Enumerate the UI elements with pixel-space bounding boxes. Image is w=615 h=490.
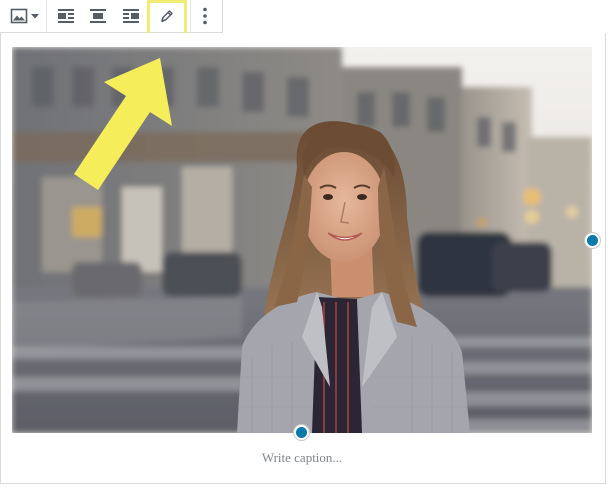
caption-input[interactable]: Write caption...	[12, 450, 592, 466]
image-content[interactable]	[12, 47, 592, 433]
align-right-button[interactable]	[117, 2, 145, 30]
chevron-down-icon	[30, 13, 39, 19]
block-toolbar	[0, 0, 223, 33]
image-block-type-button[interactable]	[4, 2, 44, 30]
align-left-button[interactable]	[52, 2, 80, 30]
edit-button-highlight	[147, 0, 187, 36]
resize-handle-right[interactable]	[585, 233, 600, 248]
align-left-icon	[57, 8, 75, 24]
align-right-icon	[122, 8, 140, 24]
align-center-icon	[89, 8, 107, 24]
toolbar-divider	[46, 0, 47, 33]
image-icon	[10, 7, 28, 25]
street-photo	[12, 47, 592, 433]
align-center-button[interactable]	[84, 2, 112, 30]
resize-handle-bottom[interactable]	[294, 425, 309, 440]
more-options-button[interactable]	[194, 2, 216, 30]
vertical-ellipsis-icon	[203, 7, 207, 25]
toolbar-divider	[190, 0, 191, 33]
image-block-editor: Write caption...	[0, 0, 615, 490]
